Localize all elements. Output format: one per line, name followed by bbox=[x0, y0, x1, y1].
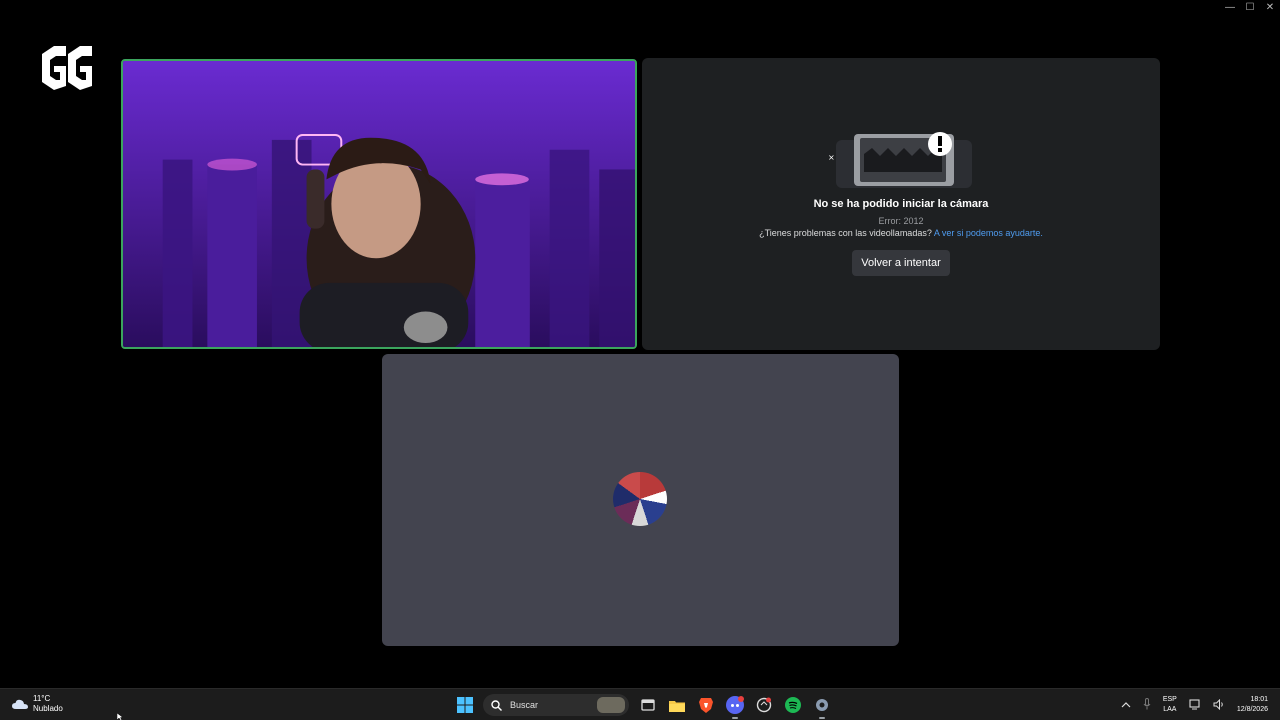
camera-error-tile: × No se ha podido iniciar la cámara Erro… bbox=[642, 58, 1160, 350]
camera-error-illustration: × bbox=[828, 132, 972, 188]
avatar bbox=[613, 472, 667, 526]
help-link[interactable]: A ver si podemos ayudarte. bbox=[934, 228, 1043, 238]
active-indicator bbox=[732, 717, 738, 719]
search-placeholder: Buscar bbox=[510, 700, 539, 710]
game-icon[interactable] bbox=[751, 693, 777, 717]
gg-logo bbox=[42, 46, 92, 90]
taskbar-search[interactable]: Buscar bbox=[483, 694, 629, 716]
svg-text:×: × bbox=[828, 153, 835, 162]
cloud-icon bbox=[12, 699, 28, 709]
search-highlight-image bbox=[597, 697, 625, 713]
retry-button[interactable]: Volver a intentar bbox=[852, 250, 950, 276]
chevron-up-icon[interactable] bbox=[1121, 700, 1131, 710]
clock-time: 18:01 bbox=[1250, 696, 1268, 703]
windows-start-icon[interactable] bbox=[452, 693, 478, 717]
network-icon[interactable] bbox=[1189, 698, 1201, 712]
window-controls: — ☐ ✕ bbox=[1220, 0, 1280, 16]
minimize-button[interactable]: — bbox=[1220, 0, 1240, 16]
weather-widget[interactable]: 11°C Nublado bbox=[12, 694, 63, 714]
microphone-icon[interactable] bbox=[1143, 698, 1151, 712]
settings-icon[interactable] bbox=[809, 693, 835, 719]
task-view-icon[interactable] bbox=[635, 693, 661, 717]
active-indicator bbox=[819, 717, 825, 719]
participant-tile[interactable] bbox=[382, 354, 899, 646]
brave-icon[interactable] bbox=[693, 693, 719, 717]
file-explorer-icon[interactable] bbox=[664, 693, 690, 717]
taskbar: 11°C Nublado Buscar ESP LAA 18:01 12/8/2… bbox=[0, 688, 1280, 720]
weather-desc: Nublado bbox=[33, 704, 63, 713]
mouse-cursor-icon bbox=[117, 713, 124, 720]
clock[interactable]: 18:01 12/8/2026 bbox=[1237, 695, 1268, 715]
error-code: Error: 2012 bbox=[878, 216, 924, 226]
discord-icon[interactable] bbox=[722, 693, 748, 719]
language-code: ESP bbox=[1162, 696, 1177, 703]
system-tray: ESP LAA 18:01 12/8/2026 bbox=[1121, 689, 1280, 720]
camera-tile[interactable] bbox=[121, 59, 637, 349]
error-help-text: ¿Tienes problemas con las videollamadas? bbox=[759, 228, 932, 238]
error-help: ¿Tienes problemas con las videollamadas?… bbox=[642, 228, 1160, 238]
taskbar-apps: Buscar bbox=[452, 693, 838, 719]
search-icon bbox=[491, 699, 502, 711]
spotify-icon[interactable] bbox=[780, 693, 806, 717]
close-button[interactable]: ✕ bbox=[1260, 0, 1280, 16]
maximize-button[interactable]: ☐ bbox=[1240, 0, 1260, 16]
clock-date: 12/8/2026 bbox=[1236, 706, 1268, 713]
language-indicator[interactable]: ESP LAA bbox=[1163, 695, 1177, 715]
keyboard-layout: LAA bbox=[1163, 706, 1177, 713]
volume-icon[interactable] bbox=[1213, 698, 1225, 712]
camera-feed bbox=[123, 61, 635, 347]
weather-temp: 11°C bbox=[33, 694, 51, 703]
error-title: No se ha podido iniciar la cámara bbox=[813, 198, 989, 210]
